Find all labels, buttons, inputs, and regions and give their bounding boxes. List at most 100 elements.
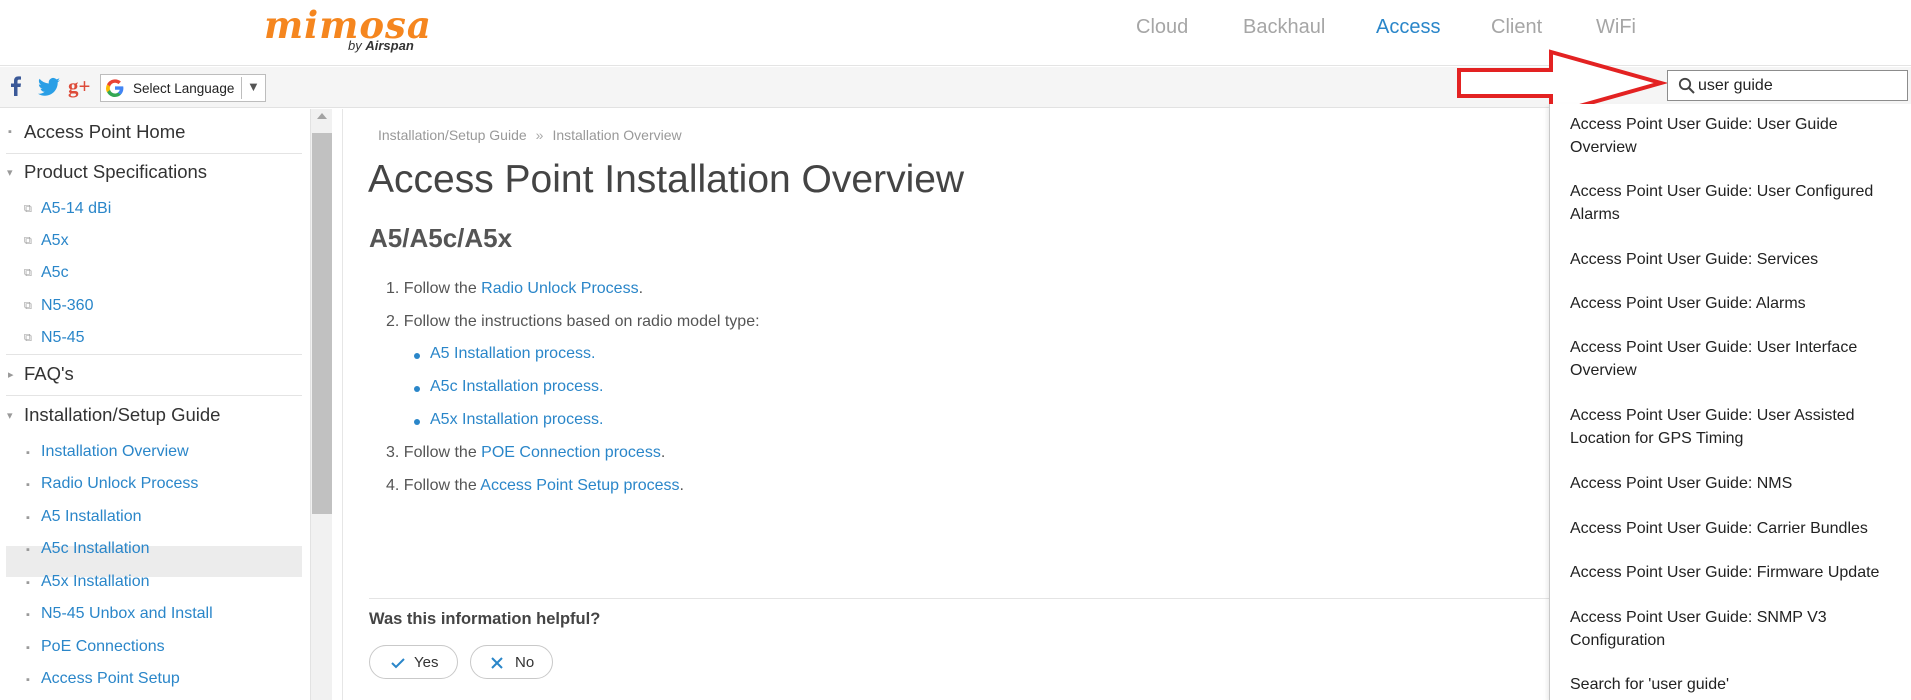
step-2: 2. Follow the instructions based on radi… (386, 313, 760, 331)
substep-2: A5c Installation process. (430, 378, 603, 396)
logo-byline-company: Airspan (365, 38, 414, 53)
access-point-setup-process-link[interactable]: Access Point Setup process (480, 477, 679, 494)
sidebar-item-label: PoE Connections (41, 638, 165, 655)
page-icon: ▪ (26, 609, 30, 621)
svg-text:g+: g+ (68, 74, 90, 98)
sidebar-item-label: A5c (41, 264, 69, 281)
section-title: A5/A5c/A5x (369, 223, 513, 253)
step-number: 4. (386, 477, 400, 494)
nav-backhaul[interactable]: Backhaul (1243, 16, 1325, 39)
sidebar-item-a5-14-dbi[interactable]: ⧉ A5-14 dBi (0, 200, 302, 222)
sidebar-item-radio-unlock-process[interactable]: ▪ Radio Unlock Process (0, 475, 302, 497)
sidebar-item-label: Access Point Home (24, 121, 186, 142)
suggestion-user-configured-alarms[interactable]: Access Point User Guide: User Configured… (1570, 180, 1906, 226)
sidebar-item-label: A5x Installation (41, 573, 150, 590)
page-icon: ▪ (26, 479, 30, 491)
scroll-up-arrow-icon[interactable] (317, 113, 327, 119)
sidebar-item-product-specifications[interactable]: ▾ Product Specifications (0, 161, 302, 187)
bullet-icon (414, 353, 420, 359)
sidebar-item-a5c-installation[interactable]: ▪ A5c Installation (0, 540, 302, 562)
sidebar-item-label: A5x (41, 232, 69, 249)
suggestion-alarms[interactable]: Access Point User Guide: Alarms (1570, 292, 1906, 315)
sidebar-item-a5c[interactable]: ⧉ A5c (0, 264, 302, 286)
feedback-question: Was this information helpful? (369, 610, 601, 628)
sidebar-item-label: Access Point Setup (41, 670, 180, 687)
sidebar-item-label: Radio Unlock Process (41, 475, 199, 492)
sidebar-item-installation-overview[interactable]: ▪ Installation Overview (0, 443, 302, 465)
nav-client[interactable]: Client (1491, 16, 1542, 39)
google-icon (106, 79, 124, 97)
twitter-icon[interactable] (36, 75, 62, 99)
mimosa-logo[interactable]: mimosa by Airspan (264, 4, 431, 56)
page-icon: ▪ (26, 674, 30, 686)
sidebar-item-label: Product Specifications (24, 161, 208, 182)
logo-byline-prefix: by (348, 38, 362, 53)
sidebar-divider (6, 395, 302, 396)
sidebar-item-installation-setup-guide[interactable]: ▾ Installation/Setup Guide (0, 404, 302, 430)
suggestion-snmp-v3-configuration[interactable]: Access Point User Guide: SNMP V3 Configu… (1570, 606, 1906, 652)
suggestion-carrier-bundles[interactable]: Access Point User Guide: Carrier Bundles (1570, 517, 1906, 540)
sidebar-divider (6, 153, 302, 154)
google-plus-icon[interactable]: g+ (68, 74, 96, 98)
sidebar-item-label: Installation Overview (41, 443, 189, 460)
nav-cloud[interactable]: Cloud (1136, 16, 1188, 39)
page-icon: ▪ (26, 544, 30, 556)
poe-connection-process-link[interactable]: POE Connection process (481, 444, 661, 461)
suggestion-services[interactable]: Access Point User Guide: Services (1570, 248, 1906, 271)
nav-access[interactable]: Access (1376, 16, 1440, 39)
search-input[interactable] (1698, 73, 1898, 98)
sidebar-item-a5x-installation[interactable]: ▪ A5x Installation (0, 573, 302, 595)
search-box[interactable] (1667, 70, 1908, 101)
sidebar-item-n5-45-unbox-and-install[interactable]: ▪ N5-45 Unbox and Install (0, 605, 302, 627)
dropdown-arrow-icon: ▼ (247, 79, 260, 94)
suggestion-user-guide-overview[interactable]: Access Point User Guide: User Guide Over… (1570, 113, 1906, 159)
sidebar-item-a5x[interactable]: ⧉ A5x (0, 232, 302, 254)
step-number: 2. (386, 313, 400, 330)
suggestion-user-interface-overview[interactable]: Access Point User Guide: User Interface … (1570, 336, 1906, 382)
suggestion-firmware-update[interactable]: Access Point User Guide: Firmware Update (1570, 561, 1906, 584)
sidebar-item-n5-45[interactable]: ⧉ N5-45 (0, 329, 302, 351)
step-suffix: . (660, 444, 666, 461)
radio-unlock-process-link[interactable]: Radio Unlock Process (481, 280, 638, 297)
sidebar-item-label: A5 Installation (41, 508, 142, 525)
sidebar-item-faqs[interactable]: ▸ FAQ's (0, 363, 302, 389)
facebook-icon[interactable] (4, 74, 28, 98)
external-link-icon: ⧉ (24, 235, 32, 247)
page-icon: ▪ (26, 447, 30, 459)
logo-byline: by Airspan (348, 38, 414, 53)
step-4: 4. Follow the Access Point Setup process… (386, 477, 684, 495)
suggestion-search-for-user-guide[interactable]: Search for 'user guide' (1570, 673, 1906, 696)
sidebar-item-poe-connections[interactable]: ▪ PoE Connections (0, 638, 302, 660)
nav-wifi[interactable]: WiFi (1596, 16, 1636, 39)
step-text: Follow the (403, 444, 482, 461)
feedback-yes-button[interactable]: Yes (369, 645, 458, 679)
close-icon (491, 657, 503, 669)
sidebar-nav: ▪ Access Point Home ▾ Product Specificat… (0, 109, 302, 700)
scrollbar-thumb[interactable] (312, 133, 332, 514)
a5c-installation-process-link[interactable]: A5c Installation process. (430, 378, 603, 395)
substep-3: A5x Installation process. (430, 411, 603, 429)
sidebar-item-label: FAQ's (24, 363, 74, 384)
step-text: Follow the (403, 280, 482, 297)
feedback-no-button[interactable]: No (470, 645, 553, 679)
suggestion-nms[interactable]: Access Point User Guide: NMS (1570, 472, 1906, 495)
breadcrumb-item-installation-setup-guide[interactable]: Installation/Setup Guide (378, 127, 527, 143)
step-suffix: . (679, 477, 684, 494)
step-1: 1. Follow the Radio Unlock Process. (386, 280, 643, 298)
sidebar-item-a5-installation[interactable]: ▪ A5 Installation (0, 508, 302, 530)
sidebar-scrollbar[interactable] (310, 109, 332, 700)
step-number: 3. (386, 444, 400, 461)
sidebar-item-access-point-home[interactable]: ▪ Access Point Home (0, 121, 302, 147)
sidebar-item-access-point-setup[interactable]: ▪ Access Point Setup (0, 670, 302, 692)
step-suffix: . (638, 280, 644, 297)
language-select[interactable]: Select Language ▼ (100, 74, 266, 102)
a5x-installation-process-link[interactable]: A5x Installation process. (430, 411, 603, 428)
sidebar-item-label: N5-45 Unbox and Install (41, 605, 213, 622)
a5-installation-process-link[interactable]: A5 Installation process. (430, 345, 595, 362)
suggestion-user-assisted-location[interactable]: Access Point User Guide: User Assisted L… (1570, 404, 1906, 450)
step-number: 1. (386, 280, 400, 297)
language-select-label: Select Language (133, 81, 235, 96)
breadcrumb-item-installation-overview[interactable]: Installation Overview (552, 127, 681, 143)
language-select-divider (241, 77, 242, 99)
sidebar-item-n5-360[interactable]: ⧉ N5-360 (0, 297, 302, 319)
